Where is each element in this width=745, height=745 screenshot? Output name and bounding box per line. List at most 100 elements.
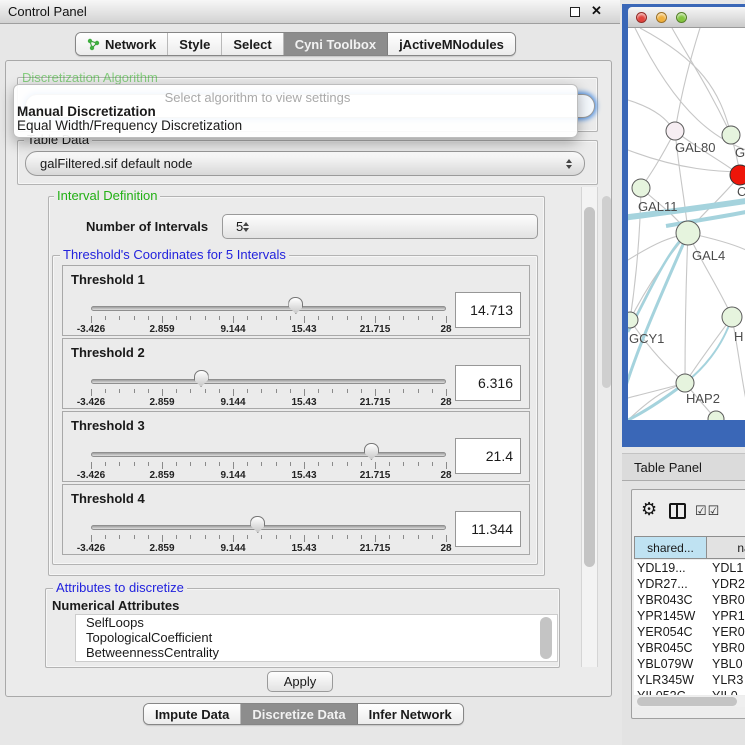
threshold-panel: Threshold 3-3.4262.8599.14415.4321.71528…	[62, 411, 530, 482]
network-node-red[interactable]	[730, 165, 745, 185]
threshold-slider-thumb[interactable]	[364, 443, 379, 460]
threshold-value-field[interactable]: 6.316	[455, 365, 521, 401]
threshold-slider-track[interactable]	[91, 525, 446, 530]
tab-impute-data[interactable]: Impute Data	[144, 704, 241, 724]
slider-tick	[389, 389, 390, 393]
threshold-panel: Threshold 2-3.4262.8599.14415.4321.71528…	[62, 338, 530, 409]
slider-tick-label: 2.859	[137, 543, 187, 554]
threshold-value-field[interactable]: 14.713	[455, 292, 521, 328]
slider-tick	[176, 462, 177, 466]
table-panel-title: Table Panel	[634, 460, 702, 475]
slider-tick	[190, 462, 191, 466]
tab-select[interactable]: Select	[222, 33, 283, 55]
network-canvas[interactable]: GAL80GACGAL11GAL4GCY1HHAP2	[628, 28, 745, 420]
numerical-attributes-list[interactable]: SelfLoopsTopologicalCoefficientBetweenne…	[75, 614, 558, 662]
table-row[interactable]: YIL052CYIL0	[634, 688, 745, 695]
table-cell-name: YLR3	[708, 672, 743, 688]
table-row[interactable]: YDL19...YDL1	[634, 560, 745, 576]
network-edge[interactable]	[672, 28, 731, 135]
network-node-green[interactable]	[722, 307, 742, 327]
gear-icon[interactable]: ⚙	[641, 499, 657, 520]
table-column-header-name[interactable]: na	[707, 536, 745, 559]
tab-cyni-toolbox[interactable]: Cyni Toolbox	[284, 33, 388, 55]
table-row[interactable]: YLR345WYLR3	[634, 672, 745, 688]
algorithm-option-equal-width[interactable]: Equal Width/Frequency Discretization	[17, 118, 242, 133]
table-data-combobox[interactable]: galFiltered.sif default node	[25, 151, 585, 176]
table-row[interactable]: YPR145WYPR1	[634, 608, 745, 624]
algorithm-hint: Select algorithm to view settings	[0, 90, 539, 105]
network-window-titlebar[interactable]	[628, 7, 745, 28]
list-item[interactable]: TopologicalCoefficient	[76, 630, 557, 645]
network-edge-highlighted[interactable]	[666, 212, 745, 226]
zoom-traffic-light[interactable]	[676, 12, 687, 23]
network-node-label: HAP2	[686, 391, 720, 406]
algorithm-option-manual[interactable]: Manual Discretization	[17, 104, 156, 119]
table-column-header-shared[interactable]: shared...	[634, 536, 707, 559]
slider-tick	[261, 462, 262, 466]
list-item[interactable]: BetweennessCentrality	[76, 645, 557, 660]
tab-discretize-data[interactable]: Discretize Data	[241, 704, 357, 724]
network-node-green[interactable]	[722, 126, 740, 144]
attributes-list-scrollbar[interactable]	[540, 617, 552, 659]
slider-tick	[219, 535, 220, 539]
screen: Control Panel ✕ NetworkStyleSelectCyni T…	[0, 0, 745, 745]
threshold-slider-thumb[interactable]	[288, 297, 303, 314]
network-node-pink[interactable]	[666, 122, 684, 140]
slider-tick	[176, 535, 177, 539]
float-icon[interactable]	[570, 7, 580, 17]
table-rows[interactable]: YDL19...YDL1YDR27...YDR2YBR043CYBR0YPR14…	[634, 560, 745, 695]
threshold-value-field[interactable]: 11.344	[455, 511, 521, 547]
slider-tick	[361, 535, 362, 539]
slider-tick	[119, 462, 120, 466]
tab-infer-network[interactable]: Infer Network	[358, 704, 463, 724]
close-traffic-light[interactable]	[636, 12, 647, 23]
network-edge[interactable]	[675, 28, 700, 131]
slider-tick	[432, 316, 433, 320]
apply-button[interactable]: Apply	[267, 671, 333, 692]
table-cell-name: YPR1	[708, 608, 745, 624]
table-row[interactable]: YBR043CYBR0	[634, 592, 745, 608]
network-edge-highlighted[interactable]	[628, 383, 685, 420]
table-row[interactable]: YDR27...YDR2	[634, 576, 745, 592]
table-row[interactable]: YBL079WYBL0	[634, 656, 745, 672]
table-row[interactable]: YER054CYER0	[634, 624, 745, 640]
threshold-slider-thumb[interactable]	[250, 516, 265, 533]
slider-tick	[389, 535, 390, 539]
threshold-slider-track[interactable]	[91, 379, 446, 384]
number-of-intervals-spinner[interactable]: 5	[222, 214, 538, 239]
table-hscrollbar-thumb[interactable]	[637, 697, 737, 706]
columns-icon[interactable]	[669, 503, 686, 519]
tab-network[interactable]: Network	[76, 33, 168, 55]
list-item[interactable]: SelfLoops	[76, 615, 557, 630]
slider-tick	[446, 316, 447, 323]
table-cell-shared-name: YBR043C	[634, 592, 708, 608]
network-edge[interactable]	[688, 233, 732, 317]
threshold-slider-thumb[interactable]	[194, 370, 209, 387]
network-edge[interactable]	[685, 233, 688, 383]
close-icon[interactable]: ✕	[591, 3, 602, 19]
network-node-green[interactable]	[676, 374, 694, 392]
network-node-green[interactable]	[632, 179, 650, 197]
slider-tick	[304, 389, 305, 396]
slider-tick	[332, 316, 333, 320]
network-edge[interactable]	[685, 317, 732, 383]
table-cell-shared-name: YLR345W	[634, 672, 708, 688]
tab-style[interactable]: Style	[168, 33, 222, 55]
slider-tick	[119, 316, 120, 320]
threshold-value-field[interactable]: 21.4	[455, 438, 521, 474]
outer-scrollbar-thumb[interactable]	[602, 196, 611, 388]
slider-tick	[148, 462, 149, 466]
slider-tick	[176, 389, 177, 393]
slider-tick	[148, 316, 149, 320]
slider-tick	[205, 535, 206, 539]
threshold-slider-track[interactable]	[91, 452, 446, 457]
network-node-label: C	[737, 184, 745, 199]
minimize-traffic-light[interactable]	[656, 12, 667, 23]
network-node-green[interactable]	[676, 221, 700, 245]
tab-label: Impute Data	[155, 707, 229, 722]
tab-jactivemnodules[interactable]: jActiveMNodules	[388, 33, 515, 55]
table-row[interactable]: YBR045CYBR0	[634, 640, 745, 656]
checkbox-icons[interactable]: ☑☑	[695, 503, 720, 519]
threshold-slider-track[interactable]	[91, 306, 446, 311]
settings-scrollbar-thumb[interactable]	[584, 207, 595, 567]
